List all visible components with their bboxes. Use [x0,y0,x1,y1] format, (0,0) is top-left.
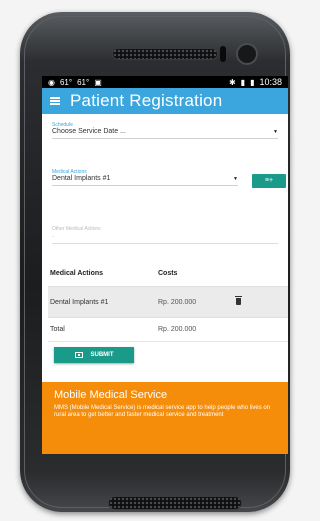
other-medical-actions-field[interactable]: Other Medical Actions - [52,226,278,244]
app-screen: ◉ 61° 61° ▣ ✱ ▮ ▮ 10:38 Patient Registra… [42,76,288,454]
table-total-row: Total Rp. 200.000 [48,318,288,342]
column-header-costs: Costs [158,269,178,277]
table-row: Dental Implants #1 Rp. 200.000 [48,286,288,318]
top-speaker-grille [112,48,218,60]
submit-label: SUBMIT [90,352,114,358]
submit-button[interactable]: SUBMIT [54,347,134,363]
row-cost: Rp. 200.000 [158,298,197,306]
total-label: Total [50,326,65,333]
chevron-down-icon: ▼ [273,128,278,135]
signal-icon: ▮ [240,77,246,87]
total-value: Rp. 200.000 [158,326,197,333]
status-item-weather-1: 61° [59,77,73,87]
chevron-down-icon: ▼ [233,175,238,182]
other-medical-actions-input[interactable]: - [52,232,278,244]
bluetooth-icon: ✱ [228,77,236,87]
table-header: Medical Actions Costs [48,266,288,280]
notification-icon: ◉ [48,77,55,87]
status-time: 10:38 [259,77,282,87]
status-item-weather-2: 61° [77,77,90,87]
submit-icon [74,352,83,358]
page-title: Patient Registration [70,91,223,110]
add-medical-action-button[interactable]: ≡+ [252,174,286,188]
schedule-select[interactable]: Choose Service Date ... ▼ [52,128,278,139]
row-action: Dental Implants #1 [50,298,109,306]
footer-text: MMS (Mobile Medical Service) is medical … [54,405,271,418]
column-header-actions: Medical Actions [50,269,104,277]
medical-actions-table: Medical Actions Costs Dental Implants #1… [48,266,288,342]
front-camera [236,43,258,65]
proximity-sensor [220,46,226,62]
registration-form: Schedule Choose Service Date ... ▼ Medic… [42,114,288,262]
bottom-speaker-grille [108,496,242,510]
schedule-value: Choose Service Date ... [52,128,126,135]
image-notification-icon: ▣ [94,77,102,87]
hamburger-menu-icon[interactable] [50,97,60,105]
add-list-icon: ≡+ [264,177,274,184]
medical-actions-field[interactable]: Medical Actions Dental Implants #1 ▼ [52,169,238,186]
status-bar: ◉ 61° 61° ▣ ✱ ▮ ▮ 10:38 [42,76,288,88]
app-bar: Patient Registration [42,88,288,114]
trash-icon[interactable] [235,295,242,305]
medical-actions-value: Dental Implants #1 [52,175,111,182]
medical-actions-select[interactable]: Dental Implants #1 ▼ [52,175,238,186]
footer-title: Mobile Medical Service [54,389,168,401]
schedule-field[interactable]: Schedule Choose Service Date ... ▼ [52,122,278,139]
about-footer: Mobile Medical Service MMS (Mobile Medic… [42,382,288,454]
battery-icon: ▮ [250,77,255,87]
